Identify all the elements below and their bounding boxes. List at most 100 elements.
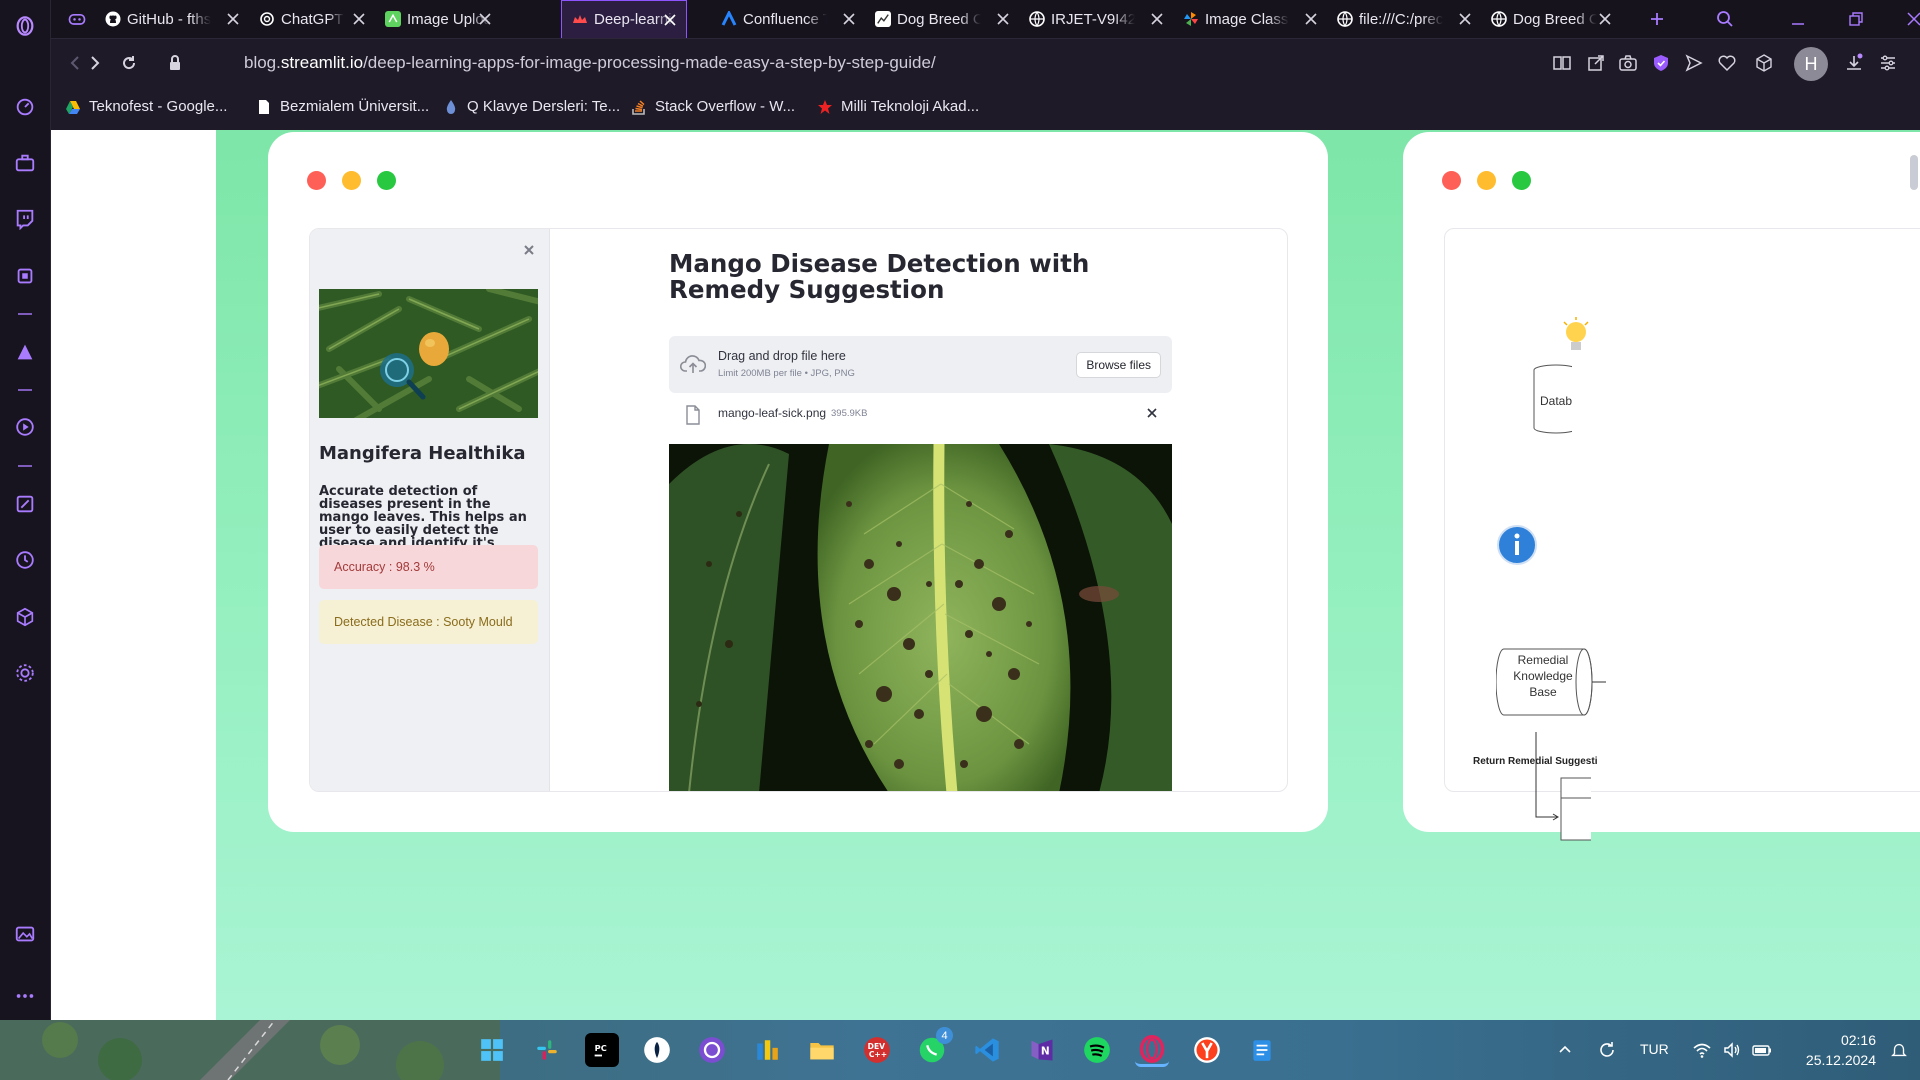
svg-text:PC: PC [595,1043,607,1053]
tab-title: Image Classif [1205,10,1289,28]
scrollbar-thumb[interactable] [1910,155,1918,190]
close-icon[interactable] [1597,11,1613,27]
url-field[interactable]: blog.streamlit.io/deep-learning-apps-for… [244,53,936,73]
github-desktop-icon[interactable] [695,1033,729,1067]
bookmark-q-klavye[interactable]: Q Klavye Dersleri: Te... [443,98,620,115]
tab-title: Dog Breed Cl [1513,10,1597,28]
notepad-icon[interactable] [1245,1033,1279,1067]
tab-dog-breed-1[interactable]: Dog Breed Cl [865,0,1019,38]
wallpaper-road-detail [0,1020,500,1080]
minimize-icon[interactable] [1790,0,1806,38]
yandex-browser-icon[interactable] [1190,1033,1224,1067]
forward-icon[interactable] [85,53,105,73]
opera-gx-icon[interactable] [1135,1033,1169,1067]
extensions-cube-icon[interactable] [1754,53,1774,73]
tab-image-upload[interactable]: Image Uploa [375,0,501,38]
star-icon [818,99,832,114]
tab-deep-learning[interactable]: Deep-learnin [561,0,687,38]
spotify-icon[interactable] [1080,1033,1114,1067]
visual-studio-icon[interactable]: N [1025,1033,1059,1067]
profile-avatar[interactable]: H [1794,47,1828,81]
restore-icon[interactable] [1848,0,1864,38]
player-icon[interactable] [12,414,38,440]
bookmark-stackoverflow[interactable]: Stack Overflow - W... [631,98,795,115]
camera-icon[interactable] [1618,53,1638,73]
close-icon[interactable] [995,11,1011,27]
easy-setup-icon[interactable] [1878,53,1898,73]
speed-dial-icon[interactable] [12,94,38,120]
briefcase-icon[interactable] [12,150,38,176]
cube-icon[interactable] [12,604,38,630]
vscode-icon[interactable] [970,1033,1004,1067]
upload-limit-label: Limit 200MB per file • JPG, PNG [718,368,855,379]
tab-file-local[interactable]: file:///C:/prec [1327,0,1481,38]
file-explorer-icon[interactable] [805,1033,839,1067]
reload-icon[interactable] [119,53,139,73]
windows-start-icon[interactable] [475,1033,509,1067]
history-icon[interactable] [12,547,38,573]
language-indicator[interactable]: TUR [1640,1041,1669,1057]
window-dot-yellow [342,171,361,190]
sourcetree-icon[interactable] [640,1033,674,1067]
uploaded-file-row: mango-leaf-sick.png 395.9KB [669,397,1172,430]
bookmark-milli-teknoloji[interactable]: Milli Teknoloji Akad... [817,98,979,115]
new-tab-icon[interactable] [1649,0,1665,38]
close-icon[interactable] [522,243,536,257]
close-icon[interactable] [351,11,367,27]
tab-confluence[interactable]: Confluence T [711,0,865,38]
heart-icon[interactable] [1717,53,1737,73]
bookmark-teknofest[interactable]: Teknofest - Google... [65,98,227,115]
volume-icon[interactable] [1715,1033,1749,1067]
tab-dog-breed-2[interactable]: Dog Breed Cl [1481,0,1621,38]
close-icon[interactable] [1303,11,1319,27]
tab-chatgpt[interactable]: ChatGPT [249,0,375,38]
aria-icon[interactable] [12,339,38,365]
gallery-icon[interactable] [12,921,38,947]
remove-file-icon[interactable] [1146,407,1158,419]
pinboard-icon[interactable] [12,491,38,517]
pycharm-icon[interactable]: PC [585,1033,619,1067]
twitch-icon[interactable] [12,206,38,232]
window-dot-red [1442,171,1461,190]
reader-mode-icon[interactable] [1552,53,1572,73]
wifi-icon[interactable] [1685,1033,1719,1067]
search-tabs-icon[interactable] [1716,0,1734,38]
windows-taskbar: PC DEV C++ 4 N TUR 02:16 25.12.2024 [0,1020,1920,1080]
bookmark-bezmialem[interactable]: Bezmialem Üniversit... [256,98,429,115]
browse-files-button[interactable]: Browse files [1076,352,1161,378]
window-dot-red [307,171,326,190]
opera-logo-icon[interactable] [12,13,38,39]
screenshot-card: Mangifera Healthika Accurate detection o… [268,132,1328,832]
power-bi-icon[interactable] [750,1033,784,1067]
notifications-icon[interactable] [1884,1033,1914,1067]
lock-icon[interactable] [165,53,185,73]
back-icon[interactable] [65,53,85,73]
vpn-shield-icon[interactable] [1651,53,1671,73]
tab-irjet[interactable]: IRJET-V9I429 [1019,0,1173,38]
system-clock[interactable]: 02:16 25.12.2024 [1806,1030,1876,1070]
close-icon[interactable] [477,11,493,27]
whatsapp-icon[interactable]: 4 [915,1027,953,1067]
clock-date: 25.12.2024 [1805,1052,1876,1068]
extension-box-icon[interactable] [12,263,38,289]
close-icon[interactable] [662,12,678,28]
tab-github[interactable]: GitHub - fths [95,0,249,38]
close-icon[interactable] [225,11,241,27]
more-dots-icon[interactable] [12,983,38,1009]
slack-icon[interactable] [530,1033,564,1067]
battery-icon[interactable] [1745,1033,1779,1067]
tab-image-classif[interactable]: Image Classif [1173,0,1327,38]
close-icon[interactable] [1149,11,1165,27]
close-icon[interactable] [841,11,857,27]
sync-icon[interactable] [1590,1033,1624,1067]
window-close-icon[interactable] [1906,0,1920,38]
file-uploader[interactable]: Drag and drop file here Limit 200MB per … [669,336,1172,393]
dev-cpp-icon[interactable]: DEV C++ [860,1033,894,1067]
download-icon[interactable] [1844,53,1864,73]
share-icon[interactable] [1586,53,1606,73]
close-icon[interactable] [1457,11,1473,27]
show-hidden-icons-icon[interactable] [1548,1033,1582,1067]
settings-gear-icon[interactable] [12,660,38,686]
send-icon[interactable] [1684,53,1704,73]
document-icon [259,99,269,114]
